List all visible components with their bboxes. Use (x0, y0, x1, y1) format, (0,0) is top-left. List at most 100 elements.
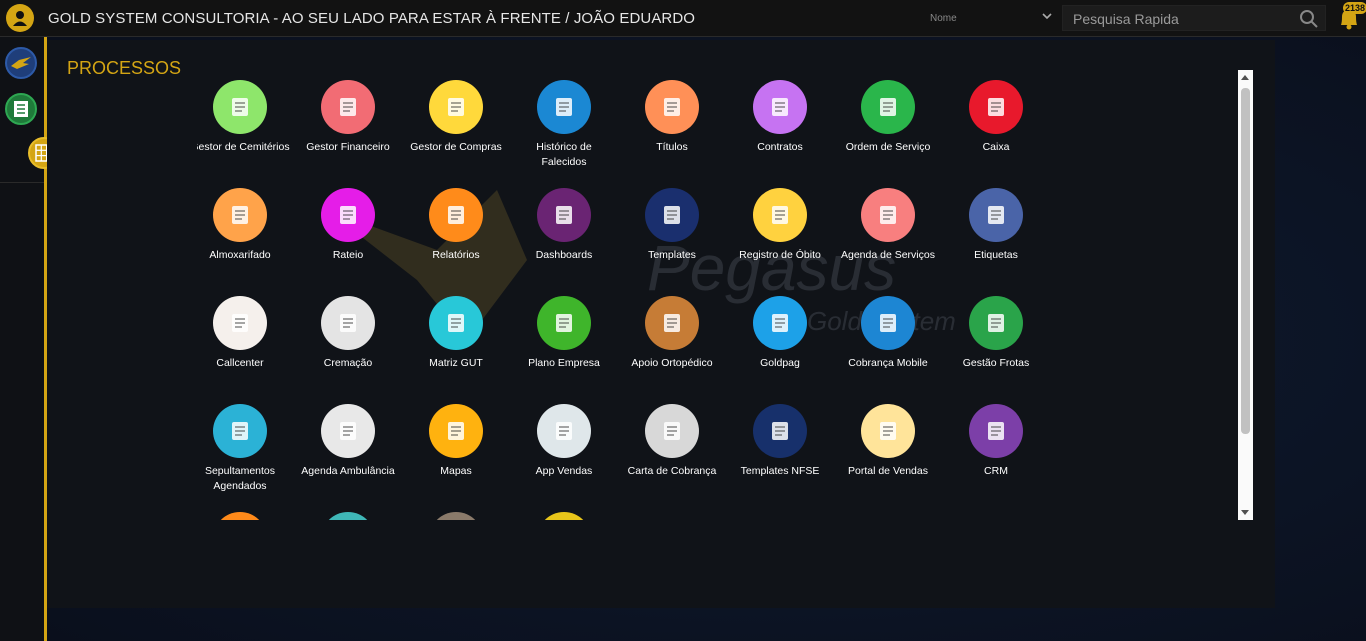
wheelchair-icon (645, 296, 699, 350)
module-item[interactable]: Portal de Vendas (838, 404, 938, 479)
module-label: Gestor Financeiro (306, 141, 390, 153)
module-item[interactable]: Rateio (298, 188, 398, 263)
module-item[interactable] (514, 512, 614, 520)
module-item[interactable]: Cremação (298, 296, 398, 371)
module-label: Gestão Frotas (962, 357, 1030, 369)
user-avatar[interactable] (6, 4, 34, 32)
module-label: Agenda Ambulância (301, 465, 395, 477)
module-label: Portal de Vendas (848, 465, 928, 477)
sidebar-list-button[interactable] (5, 93, 37, 125)
module-item[interactable]: Títulos (622, 80, 722, 155)
headset-icon (213, 296, 267, 350)
module-grid: Gestor de Cemitérios Gestor Financeiro Ges… (197, 80, 1097, 520)
module-item[interactable]: Mapas (406, 404, 506, 479)
module-item[interactable]: Plano Empresa (514, 296, 614, 371)
module-label: Almoxarifado (209, 249, 271, 261)
urn-icon (321, 296, 375, 350)
module-item[interactable]: App Vendas (514, 404, 614, 479)
partial-icon (429, 512, 483, 520)
module-label: Histórico de Falecidos (536, 141, 592, 168)
module-item[interactable] (406, 512, 506, 520)
module-item[interactable]: Templates NFSE (730, 404, 830, 479)
module-item[interactable]: Contratos (730, 80, 830, 155)
panel-title: PROCESSOS (67, 58, 182, 78)
module-label: Callcenter (216, 357, 264, 369)
chevron-down-icon (1042, 13, 1052, 20)
module-label: Mapas (440, 465, 472, 477)
module-item[interactable] (298, 512, 398, 520)
module-item[interactable]: Callcenter (197, 296, 290, 371)
module-item[interactable]: Etiquetas (946, 188, 1046, 263)
truck-icon (969, 296, 1023, 350)
module-item[interactable]: Agenda Ambulância (298, 404, 398, 479)
scroll-thumb[interactable] (1241, 88, 1250, 434)
module-item[interactable]: Registro de Óbito (730, 188, 830, 263)
module-item[interactable]: Caixa (946, 80, 1046, 155)
calendar-icon (861, 188, 915, 242)
matrix-icon (429, 296, 483, 350)
module-item[interactable]: Carta de Cobrança (622, 404, 722, 479)
module-item[interactable]: Dashboards (514, 188, 614, 263)
search-input[interactable] (1071, 10, 1295, 28)
people-icon (321, 188, 375, 242)
module-item[interactable]: Agenda de Serviços (838, 188, 938, 263)
module-label: Goldpag (760, 357, 800, 369)
module-item[interactable] (197, 512, 290, 520)
pegasus-icon (11, 57, 31, 69)
module-label: Rateio (332, 249, 364, 261)
envelope-icon (645, 404, 699, 458)
module-item[interactable]: Ordem de Serviço (838, 80, 938, 155)
module-item[interactable]: Gestão Frotas (946, 296, 1046, 371)
module-label: Etiquetas (974, 249, 1018, 261)
ambulance-icon (321, 404, 375, 458)
contract-icon (753, 80, 807, 134)
search-type-select[interactable]: Nome (928, 6, 1056, 30)
module-item[interactable]: Almoxarifado (197, 188, 290, 263)
module-item[interactable]: Gestor de Cemitérios (197, 80, 290, 155)
module-item[interactable]: Goldpag (730, 296, 830, 371)
module-item[interactable]: Matriz GUT (406, 296, 506, 371)
module-label: Cremação (323, 357, 373, 369)
document-icon (645, 80, 699, 134)
box-icon (213, 188, 267, 242)
template-nfse-icon (753, 404, 807, 458)
module-label: Carta de Cobrança (627, 465, 717, 477)
module-label: App Vendas (535, 465, 593, 477)
scroll-up-arrow[interactable] (1241, 75, 1249, 80)
module-label: Gestor de Cemitérios (197, 141, 290, 153)
module-item[interactable]: Apoio Ortopédico (622, 296, 722, 371)
app-title: GOLD SYSTEM CONSULTORIA - AO SEU LADO PA… (48, 10, 696, 27)
dashboard-icon (537, 188, 591, 242)
notification-badge: 2138 (1343, 2, 1366, 14)
module-label: Relatórios (432, 249, 480, 261)
module-label: Gestor de Compras (410, 141, 502, 153)
search-type-label: Nome (930, 12, 957, 24)
building-icon (537, 296, 591, 350)
module-label: CRM (984, 465, 1008, 477)
module-item[interactable]: Gestor de Compras (406, 80, 506, 155)
tombstone-icon (213, 80, 267, 134)
module-label: Contratos (757, 141, 803, 153)
module-item[interactable]: Cobrança Mobile (838, 296, 938, 371)
module-item[interactable]: Sepultamentos Agendados (197, 404, 290, 494)
module-label: Plano Empresa (528, 357, 600, 369)
module-item[interactable]: Gestor Financeiro (298, 80, 398, 155)
module-item[interactable]: Histórico de Falecidos (514, 80, 614, 170)
module-label: Sepultamentos Agendados (204, 465, 276, 492)
scroll-down-arrow[interactable] (1241, 510, 1249, 515)
search-icon[interactable] (1299, 9, 1319, 29)
partial-icon (537, 512, 591, 520)
partial-icon (321, 512, 375, 520)
module-item[interactable]: CRM (946, 404, 1046, 479)
sidebar-logo-button[interactable] (5, 47, 37, 79)
module-label: Títulos (656, 141, 688, 153)
module-item[interactable]: Relatórios (406, 188, 506, 263)
module-item[interactable]: Templates (622, 188, 722, 263)
coffin-icon (213, 404, 267, 458)
finance-icon (321, 80, 375, 134)
map-icon (429, 404, 483, 458)
processes-panel: PROCESSOS Pegasus Gold System Gestor de … (47, 40, 1275, 608)
module-label: Caixa (982, 141, 1010, 153)
vertical-scrollbar[interactable] (1238, 70, 1253, 520)
angel-wings-icon (537, 80, 591, 134)
